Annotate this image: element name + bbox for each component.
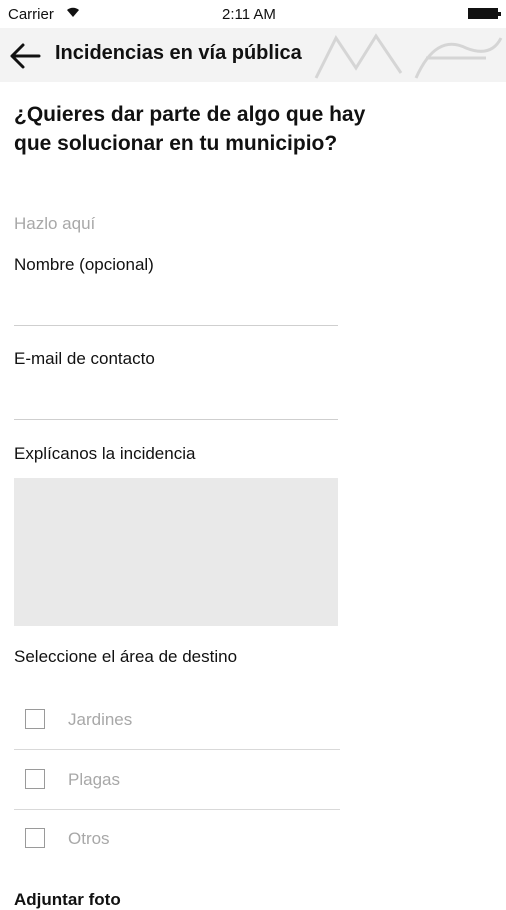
option-plagas[interactable]: Plagas xyxy=(14,750,340,810)
status-time: 2:11 AM xyxy=(222,6,276,23)
option-label: Plagas xyxy=(68,770,120,789)
name-label: Nombre (opcional) xyxy=(14,255,154,274)
back-button[interactable] xyxy=(8,41,42,71)
status-bar: Carrier 2:11 AM xyxy=(0,0,506,28)
battery-icon xyxy=(468,8,501,19)
checkbox[interactable] xyxy=(25,769,45,789)
checkbox[interactable] xyxy=(25,709,45,729)
arrow-left-icon xyxy=(10,43,41,69)
option-label: Jardines xyxy=(68,710,133,729)
form-question: ¿Quieres dar parte de algo que hay que s… xyxy=(14,103,366,155)
wifi-icon xyxy=(66,6,80,21)
header-decoration xyxy=(314,33,503,79)
nav-bar: Incidencias en vía pública xyxy=(0,28,506,82)
option-jardines[interactable]: Jardines xyxy=(14,690,340,750)
attach-photo-heading: Adjuntar foto xyxy=(14,890,121,909)
description-label: Explícanos la incidencia xyxy=(14,444,196,463)
checkbox[interactable] xyxy=(25,828,45,848)
email-label: E-mail de contacto xyxy=(14,349,155,368)
email-field[interactable] xyxy=(14,389,338,420)
option-label: Otros xyxy=(68,829,110,848)
area-label: Seleccione el área de destino xyxy=(14,647,238,666)
option-otros[interactable]: Otros xyxy=(14,809,340,868)
description-textarea[interactable] xyxy=(14,478,338,626)
page-title: Incidencias en vía pública xyxy=(55,42,302,64)
name-field[interactable] xyxy=(14,295,338,326)
form-intro: ¿Quieres dar parte de algo que hay que s… xyxy=(14,100,384,158)
carrier-name: Carrier xyxy=(8,6,54,23)
form-hint: Hazlo aquí xyxy=(14,214,96,233)
